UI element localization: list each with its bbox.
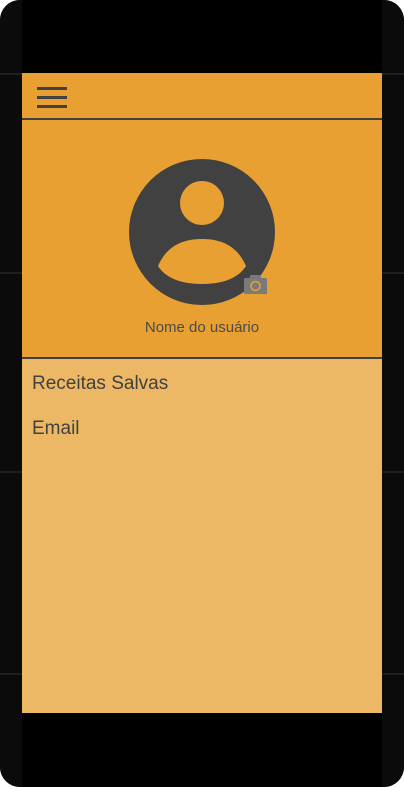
hamburger-menu-icon[interactable] <box>37 87 67 109</box>
device-frame: Nome do usuário Receitas Salvas Email <box>0 0 404 787</box>
device-side-right <box>382 0 404 787</box>
app-screen: Nome do usuário Receitas Salvas Email <box>22 73 382 713</box>
profile-menu: Receitas Salvas Email <box>22 359 382 713</box>
menu-item-email[interactable]: Email <box>32 418 80 440</box>
menu-item-saved-recipes[interactable]: Receitas Salvas <box>32 373 168 395</box>
camera-icon[interactable] <box>244 274 267 294</box>
app-toolbar <box>22 73 382 120</box>
username-label: Nome do usuário <box>144 319 260 336</box>
profile-header: Nome do usuário <box>22 120 382 359</box>
device-side-left <box>0 0 22 787</box>
